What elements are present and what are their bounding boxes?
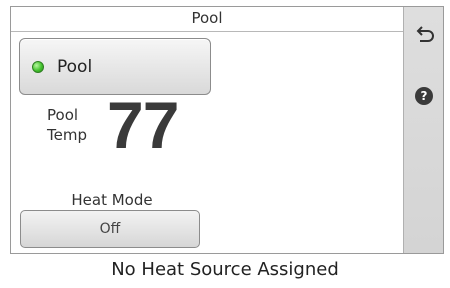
status-message: No Heat Source Assigned	[111, 259, 339, 280]
sidebar: ?	[403, 7, 443, 253]
temperature-label-line2: Temp	[47, 126, 87, 144]
temperature-value: 77	[107, 88, 179, 162]
heat-mode-button[interactable]: Off	[20, 210, 200, 248]
page-title: Pool	[11, 7, 403, 32]
status-led-icon	[32, 61, 44, 73]
help-icon[interactable]: ?	[415, 87, 433, 105]
temperature-label-line1: Pool	[47, 106, 79, 124]
pool-panel: Pool Pool Pool Temp 77 Heat Mode Off ?	[10, 6, 444, 254]
heat-mode-label: Heat Mode	[71, 191, 153, 209]
temperature-label: Pool Temp	[47, 105, 107, 145]
back-arrow-icon[interactable]	[414, 23, 436, 45]
pool-button-label: Pool	[57, 57, 93, 77]
